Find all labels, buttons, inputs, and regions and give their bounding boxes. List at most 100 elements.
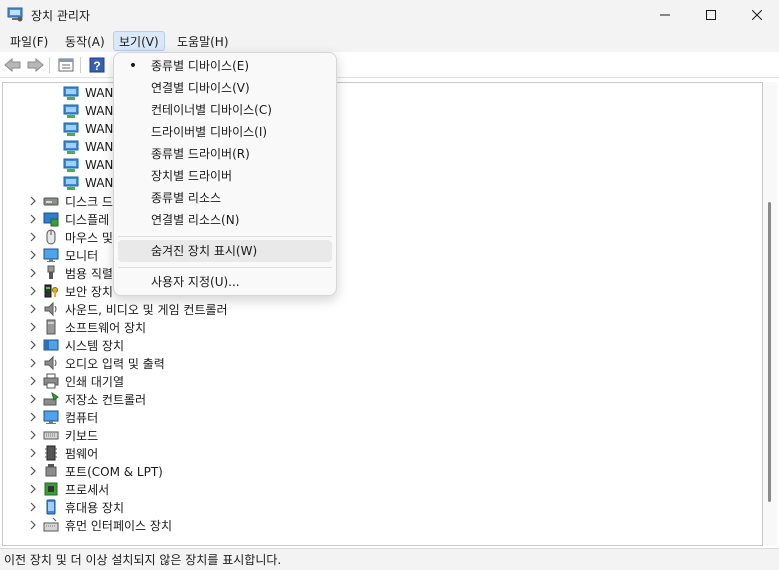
- tree-item-wan[interactable]: WAN: [63, 156, 113, 174]
- tree-category-security-devices[interactable]: 보안 장치: [43, 282, 113, 300]
- tree-category-monitors[interactable]: 모니터: [43, 246, 98, 264]
- view-menu-item-customize[interactable]: 사용자 지정(U)...: [118, 271, 332, 293]
- expand-chevron-icon[interactable]: [28, 498, 38, 516]
- tree-category-label: 소프트웨어 장치: [65, 320, 147, 335]
- status-bar: 이전 장치 및 더 이상 설치되지 않은 장치를 표시합니다.: [0, 548, 779, 570]
- view-menu-item-label: 사용자 지정(U)...: [151, 275, 240, 289]
- window-title: 장치 관리자: [31, 9, 91, 23]
- network-adapter-icon: [63, 86, 79, 100]
- help-button[interactable]: ?: [87, 55, 107, 75]
- device-manager-app-icon: [7, 7, 23, 22]
- view-menu-item-resources-by-connection[interactable]: 연결별 리소스(N): [118, 209, 332, 231]
- tree-category-disk-drives[interactable]: 디스크 드: [43, 192, 113, 210]
- expand-chevron-icon[interactable]: [28, 390, 38, 408]
- view-menu-item-label: 종류별 리소스: [151, 191, 222, 205]
- hid-icon: [43, 517, 59, 532]
- view-menu-item-label: 숨겨진 장치 표시(W): [151, 244, 258, 258]
- monitor-icon: [43, 248, 59, 262]
- tree-item-wan[interactable]: WAN: [63, 174, 113, 192]
- menu-view[interactable]: 보기(V): [113, 31, 165, 51]
- view-menu-item-drivers-by-device[interactable]: 장치별 드라이버: [118, 165, 332, 187]
- tree-item-label: WAN: [85, 140, 114, 154]
- tree-category-software-devices[interactable]: 소프트웨어 장치: [43, 318, 146, 336]
- tree-item-wan[interactable]: WAN: [63, 102, 113, 120]
- toolbar-separator: [80, 57, 81, 73]
- expand-chevron-icon[interactable]: [28, 318, 38, 336]
- tree-item-wan[interactable]: WAN: [63, 138, 113, 156]
- view-menu-item-devices-by-type[interactable]: • 종류별 디바이스(E): [118, 55, 332, 77]
- menu-help[interactable]: 도움말(H): [171, 31, 235, 51]
- expand-chevron-icon[interactable]: [28, 426, 38, 444]
- properties-button[interactable]: [56, 55, 76, 75]
- tree-item-wan[interactable]: WAN: [63, 84, 113, 102]
- expand-chevron-icon[interactable]: [28, 480, 38, 498]
- minimize-button[interactable]: [642, 0, 688, 30]
- tree-item-label: WAN: [85, 122, 114, 136]
- expand-chevron-icon[interactable]: [28, 246, 38, 264]
- tree-category-keyboards[interactable]: 키보드: [43, 426, 98, 444]
- tree-category-storage-controllers[interactable]: 저장소 컨트롤러: [43, 390, 146, 408]
- arrow-right-icon: [27, 57, 44, 73]
- arrow-left-icon: [4, 57, 21, 73]
- network-adapter-icon: [63, 122, 79, 136]
- tree-category-display-adapters[interactable]: 디스플레: [43, 210, 109, 228]
- expand-chevron-icon[interactable]: [28, 300, 38, 318]
- menu-file[interactable]: 파일(F): [4, 31, 54, 51]
- view-menu-item-drivers-by-type[interactable]: 종류별 드라이버(R): [118, 143, 332, 165]
- tree-category-sound-video-game[interactable]: 사운드, 비디오 및 게임 컨트롤러: [43, 300, 228, 318]
- forward-button[interactable]: [25, 55, 45, 75]
- view-menu-dropdown: • 종류별 디바이스(E) 연결별 디바이스(V) 컨테이너별 디바이스(C) …: [113, 52, 337, 296]
- tree-category-label: 마우스 및: [65, 230, 113, 245]
- expand-chevron-icon[interactable]: [28, 210, 38, 228]
- tree-item-label: WAN: [85, 86, 114, 100]
- menu-action[interactable]: 동작(A): [59, 31, 111, 51]
- view-menu-item-resources-by-type[interactable]: 종류별 리소스: [118, 187, 332, 209]
- bullet-check-icon: •: [128, 58, 138, 74]
- view-menu-item-devices-by-container[interactable]: 컨테이너별 디바이스(C): [118, 99, 332, 121]
- tree-category-label: 저장소 컨트롤러: [65, 392, 147, 407]
- expand-chevron-icon[interactable]: [28, 462, 38, 480]
- tree-category-ports[interactable]: 포트(COM & LPT): [43, 462, 163, 480]
- expand-chevron-icon[interactable]: [28, 516, 38, 534]
- expand-chevron-icon[interactable]: [28, 444, 38, 462]
- title-bar: 장치 관리자: [0, 0, 779, 30]
- tree-category-system-devices[interactable]: 시스템 장치: [43, 336, 124, 354]
- expand-chevron-icon[interactable]: [28, 192, 38, 210]
- expand-chevron-icon[interactable]: [28, 372, 38, 390]
- close-button[interactable]: [734, 0, 779, 30]
- tree-category-usb-controllers[interactable]: 범용 직렬: [43, 264, 113, 282]
- maximize-button[interactable]: [688, 0, 734, 30]
- view-menu-item-label: 드라이버별 디바이스(I): [151, 125, 268, 139]
- tree-category-label: 범용 직렬: [65, 266, 113, 281]
- tree-category-firmware[interactable]: 펌웨어: [43, 444, 98, 462]
- tree-category-label: 프로세서: [65, 482, 110, 497]
- tree-category-audio-io[interactable]: 오디오 입력 및 출력: [43, 354, 165, 372]
- system-device-icon: [43, 339, 59, 351]
- expand-chevron-icon[interactable]: [28, 264, 38, 282]
- expand-chevron-icon[interactable]: [28, 282, 38, 300]
- port-icon: [45, 464, 57, 477]
- tree-category-label: 사운드, 비디오 및 게임 컨트롤러: [65, 302, 228, 317]
- tree-item-wan[interactable]: WAN: [63, 120, 113, 138]
- tree-category-hid[interactable]: 휴먼 인터페이스 장치: [43, 516, 172, 534]
- svg-text:?: ?: [93, 59, 100, 73]
- tree-category-label: 모니터: [65, 248, 99, 263]
- expand-chevron-icon[interactable]: [28, 354, 38, 372]
- expand-chevron-icon[interactable]: [28, 228, 38, 246]
- expand-chevron-icon[interactable]: [28, 408, 38, 426]
- view-menu-item-show-hidden[interactable]: 숨겨진 장치 표시(W): [118, 240, 332, 262]
- scrollbar-thumb[interactable]: [768, 202, 771, 502]
- tree-category-mice[interactable]: 마우스 및: [43, 228, 113, 246]
- view-menu-item-devices-by-driver[interactable]: 드라이버별 디바이스(I): [118, 121, 332, 143]
- network-adapter-icon: [63, 104, 79, 118]
- view-menu-item-devices-by-connection[interactable]: 연결별 디바이스(V): [118, 77, 332, 99]
- tree-category-label: 펌웨어: [65, 446, 99, 461]
- back-button[interactable]: [3, 55, 23, 75]
- tree-category-label: 디스플레: [65, 212, 110, 227]
- expand-chevron-icon[interactable]: [28, 336, 38, 354]
- tree-category-computer[interactable]: 컴퓨터: [43, 408, 98, 426]
- tree-category-processors[interactable]: 프로세서: [43, 480, 109, 498]
- tree-category-print-queues[interactable]: 인쇄 대기열: [43, 372, 124, 390]
- tree-category-portable-devices[interactable]: 휴대용 장치: [43, 498, 124, 516]
- vertical-scrollbar[interactable]: [763, 82, 777, 546]
